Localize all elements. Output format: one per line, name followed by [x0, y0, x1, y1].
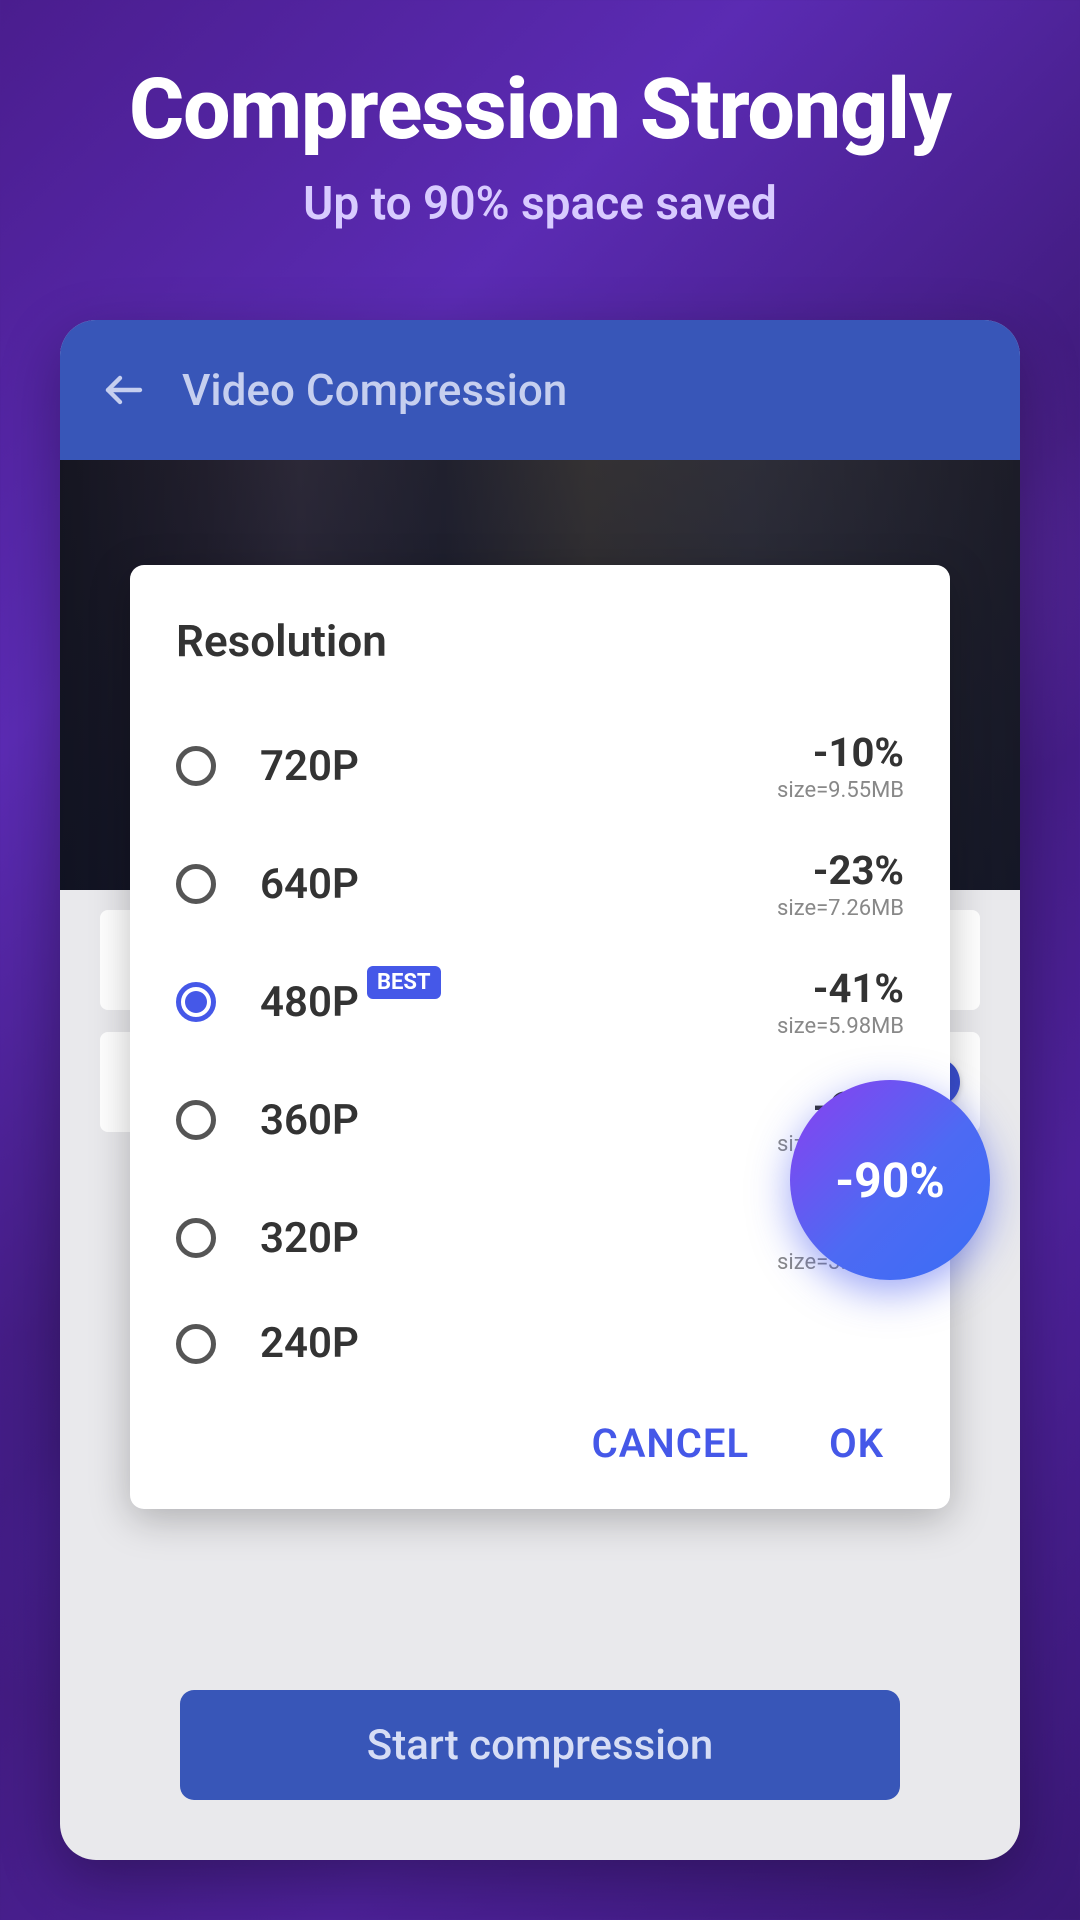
back-arrow-icon[interactable]: [100, 366, 148, 414]
resolution-stats: -41%size=5.98MB: [777, 965, 904, 1039]
resolution-label: 480PBEST: [260, 978, 777, 1027]
resolution-label: 320P: [260, 1214, 777, 1263]
best-badge: BEST: [367, 966, 441, 999]
radio-icon[interactable]: [176, 982, 216, 1022]
resolution-option-720p[interactable]: 720P-10%size=9.55MB: [176, 707, 904, 825]
resolution-label: 240P: [260, 1319, 904, 1368]
output-size: size=5.98MB: [777, 1014, 904, 1039]
radio-icon[interactable]: [176, 1218, 216, 1258]
dialog-actions: CANCEL OK: [176, 1390, 904, 1479]
resolution-option-640p[interactable]: 640P-23%size=7.26MB: [176, 825, 904, 943]
start-button-label: Start compression: [367, 1721, 713, 1770]
bubble-value: -90%: [835, 1152, 944, 1209]
ok-button[interactable]: OK: [829, 1420, 884, 1467]
app-screen: Video Compression Se De Start compressio…: [60, 320, 1020, 1860]
radio-icon[interactable]: [176, 1324, 216, 1364]
resolution-option-240p[interactable]: 240P: [176, 1297, 904, 1390]
radio-icon[interactable]: [176, 746, 216, 786]
resolution-label: 640P: [260, 860, 777, 909]
resolution-label: 360P: [260, 1096, 777, 1145]
savings-bubble: -90%: [790, 1080, 990, 1280]
radio-icon[interactable]: [176, 1100, 216, 1140]
appbar-title: Video Compression: [182, 364, 567, 416]
savings-percent: -41%: [777, 965, 904, 1012]
resolution-stats: -10%size=9.55MB: [777, 729, 904, 803]
dialog-title: Resolution: [176, 615, 904, 667]
hero-banner: Compression Strongly Up to 90% space sav…: [0, 0, 1080, 271]
cancel-button[interactable]: CANCEL: [592, 1420, 749, 1467]
output-size: size=9.55MB: [777, 778, 904, 803]
resolution-stats: -23%size=7.26MB: [777, 847, 904, 921]
resolution-dialog: Resolution 720P-10%size=9.55MB640P-23%si…: [130, 565, 950, 1509]
savings-percent: -10%: [777, 729, 904, 776]
savings-percent: -23%: [777, 847, 904, 894]
resolution-option-480p[interactable]: 480PBEST-41%size=5.98MB: [176, 943, 904, 1061]
app-bar: Video Compression: [60, 320, 1020, 460]
hero-subtitle: Up to 90% space saved: [30, 177, 1050, 231]
start-compression-button[interactable]: Start compression: [180, 1690, 900, 1800]
hero-title: Compression Strongly: [30, 60, 1050, 159]
radio-icon[interactable]: [176, 864, 216, 904]
resolution-label: 720P: [260, 742, 777, 791]
output-size: size=7.26MB: [777, 896, 904, 921]
